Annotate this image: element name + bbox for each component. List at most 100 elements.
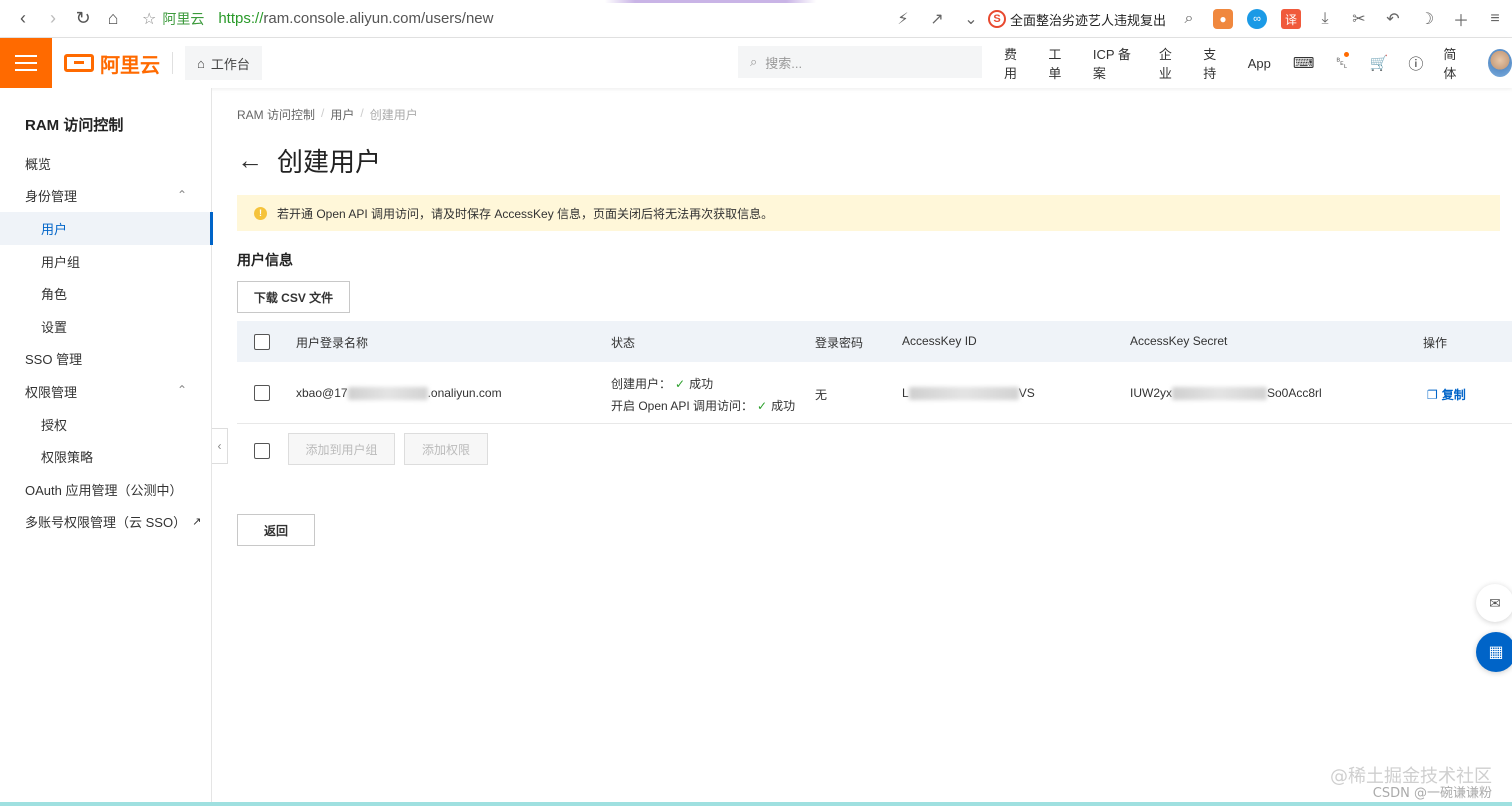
download-icon[interactable]: ⤓ — [1308, 0, 1342, 38]
header-link-support[interactable]: 支持 — [1203, 44, 1225, 82]
menu-icon[interactable]: ≡ — [1478, 0, 1512, 38]
header-link-app[interactable]: App — [1248, 56, 1271, 71]
home-icon[interactable]: ⌂ — [98, 4, 128, 34]
table-row: xbao@17 .onaliyun.com 创建用户： ✓ 成功 开启 Open AP… — [237, 362, 1512, 424]
warning-icon: ! — [254, 206, 267, 220]
header-link-billing[interactable]: 费用 — [1004, 44, 1026, 82]
sidebar-title: RAM 访问控制 — [25, 117, 124, 134]
avatar[interactable] — [1487, 49, 1512, 77]
bottom-strip — [0, 802, 1512, 806]
bell-icon[interactable]: ␇ — [1333, 52, 1352, 74]
header-link-ticket[interactable]: 工单 — [1048, 44, 1070, 82]
section-title: 用户信息 — [237, 252, 293, 268]
apps-grid-icon[interactable]: ▦ — [1476, 632, 1512, 672]
sogou-icon[interactable]: S — [987, 10, 1006, 28]
col-status: 状态 — [611, 336, 636, 350]
chevron-down-icon[interactable]: ⌄ — [954, 0, 988, 38]
footer-checkbox[interactable] — [254, 443, 270, 459]
address-bar[interactable]: https://ram.console.aliyun.com/users/new — [218, 10, 493, 27]
sidebar-item-identity[interactable]: 身份管理 ⌃ — [0, 180, 212, 213]
bookmark-star-icon[interactable]: ☆ — [142, 9, 156, 29]
breadcrumb-ram[interactable]: RAM 访问控制 — [237, 106, 315, 123]
alert-text: 若开通 Open API 调用访问，请及时保存 AccessKey 信息，页面关… — [277, 206, 774, 221]
copy-button[interactable]: ❐ 复制 — [1427, 386, 1466, 403]
night-mode-icon[interactable]: ☽ — [1410, 0, 1444, 38]
aliyun-logo[interactable]: 阿里云 — [64, 49, 160, 78]
console-header: 阿里云 ⌂ 工作台 ⌕ 搜索... 费用 工单 ICP 备案 企业 支持 App… — [0, 38, 1512, 88]
breadcrumb-separator: / — [360, 106, 364, 120]
check-icon: ✓ — [757, 399, 768, 413]
ak-id-cell: L VS — [902, 386, 1035, 401]
search-input[interactable]: ⌕ 搜索... — [738, 46, 982, 78]
search-icon: ⌕ — [750, 54, 758, 69]
add-to-group-button[interactable]: 添加到用户组 — [288, 433, 395, 465]
back-nav-icon[interactable]: ‹ — [8, 4, 38, 34]
password-cell: 无 — [815, 388, 828, 402]
site-identity: 阿里云 — [162, 11, 205, 28]
col-password: 登录密码 — [815, 336, 864, 350]
flash-icon[interactable]: ⚡ — [886, 0, 920, 38]
share-icon[interactable]: ↗ — [920, 0, 954, 38]
header-nav: 费用 工单 ICP 备案 企业 支持 App ⌨ ␇ 🛒 ⓘ 简体 — [1004, 38, 1512, 88]
browser-toolbar: ‹ › ↻ ⌂ ☆ 阿里云 https://ram.console.aliyun… — [0, 0, 1512, 38]
sidebar-item-cloud-sso[interactable]: 多账号权限管理（云 SSO） ↗ — [0, 506, 212, 539]
col-ak-secret: AccessKey Secret — [1130, 334, 1228, 348]
table-header: 用户登录名称 状态 登录密码 AccessKey ID AccessKey Se… — [237, 321, 1512, 362]
undo-icon[interactable]: ↶ — [1376, 0, 1410, 38]
sidebar-item-sso[interactable]: SSO 管理 — [0, 343, 212, 376]
header-divider — [172, 52, 173, 74]
terminal-icon[interactable]: ⌨ — [1293, 52, 1315, 74]
download-csv-button[interactable]: 下载 CSV 文件 — [237, 281, 350, 313]
breadcrumb: RAM 访问控制 / 用户 / 创建用户 — [237, 106, 418, 123]
header-link-enterprise[interactable]: 企业 — [1159, 44, 1181, 82]
chevron-up-icon: ⌃ — [176, 383, 187, 398]
watermark-csdn: CSDN @一碗谦谦粉 — [1372, 786, 1492, 801]
page-header: ← 创建用户 — [237, 142, 381, 179]
row-checkbox[interactable] — [254, 385, 270, 401]
return-button[interactable]: 返回 — [237, 514, 315, 546]
breadcrumb-current: 创建用户 — [369, 108, 418, 122]
sidebar-item-users[interactable]: 用户 — [0, 212, 213, 245]
feedback-chat-icon[interactable]: ✉ — [1476, 584, 1512, 622]
translate-icon[interactable]: 译 — [1274, 0, 1308, 38]
add-permission-button[interactable]: 添加权限 — [404, 433, 488, 465]
header-link-icp[interactable]: ICP 备案 — [1093, 44, 1137, 82]
copy-icon: ❐ — [1427, 387, 1438, 402]
extension-icon[interactable]: ∞ — [1240, 0, 1274, 38]
language-switch[interactable]: 简体 — [1443, 44, 1465, 82]
redacted-blur — [347, 387, 428, 401]
refresh-icon[interactable]: ↻ — [68, 4, 98, 34]
sidebar-item-overview[interactable]: 概览 — [0, 147, 212, 180]
search-icon[interactable]: ⌕ — [1172, 0, 1206, 38]
sidebar-item-grants[interactable]: 授权 — [0, 408, 212, 441]
new-tab-icon[interactable]: ＋ — [1444, 0, 1478, 38]
search-placeholder: 搜索... — [765, 55, 803, 71]
news-ticker[interactable]: 全面整治劣迹艺人违规复出 — [1010, 10, 1166, 29]
sidebar-item-oauth[interactable]: OAuth 应用管理（公测中） — [0, 473, 212, 506]
sidebar-collapse-handle[interactable]: ‹ — [212, 428, 228, 464]
page-title: 创建用户 — [277, 147, 382, 177]
login-name-cell: xbao@17 .onaliyun.com — [296, 386, 502, 401]
warning-alert: ! 若开通 Open API 调用访问，请及时保存 AccessKey 信息，页… — [237, 195, 1500, 231]
ak-secret-cell: IUW2yx So0Acc8rl — [1130, 386, 1322, 401]
sidebar-item-permissions[interactable]: 权限管理 ⌃ — [0, 375, 212, 408]
home-icon: ⌂ — [197, 55, 205, 71]
workbench-button[interactable]: ⌂ 工作台 — [185, 46, 262, 80]
status-create-cell: 创建用户： ✓ 成功 — [611, 377, 714, 391]
back-arrow-icon[interactable]: ← — [237, 145, 263, 176]
status-api-cell: 开启 Open API 调用访问： ✓ 成功 — [611, 399, 796, 413]
sidebar-item-roles[interactable]: 角色 — [0, 277, 212, 310]
cart-icon[interactable]: 🛒 — [1369, 52, 1389, 74]
sidebar-item-settings[interactable]: 设置 — [0, 310, 212, 343]
sidebar-item-policies[interactable]: 权限策略 — [0, 440, 212, 473]
game-icon[interactable]: ● — [1206, 0, 1240, 38]
url-path: ram.console.aliyun.com/users/new — [263, 10, 494, 27]
help-icon[interactable]: ⓘ — [1406, 52, 1425, 74]
select-all-checkbox[interactable] — [254, 334, 270, 350]
hamburger-menu-icon[interactable] — [0, 38, 52, 88]
sidebar-item-groups[interactable]: 用户组 — [0, 245, 212, 278]
breadcrumb-users[interactable]: 用户 — [330, 106, 354, 123]
scissors-icon[interactable]: ✂ — [1342, 0, 1376, 38]
forward-nav-icon[interactable]: › — [38, 4, 68, 34]
external-link-icon: ↗ — [192, 516, 202, 529]
